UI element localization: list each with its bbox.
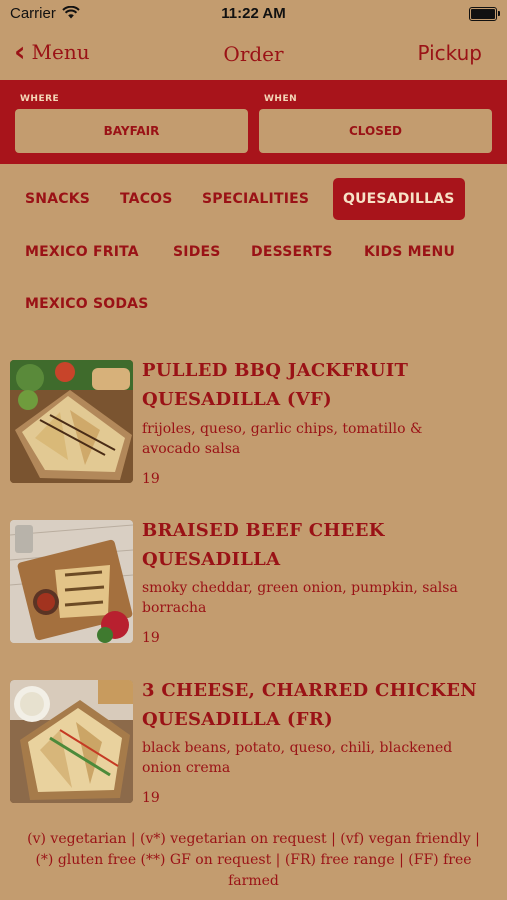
- tab-desserts[interactable]: DESSERTS: [241, 231, 343, 273]
- item-price: 19: [142, 471, 160, 487]
- menu-item[interactable]: PULLED BBQ JACKFRUIT QUESADILLA (VF) fri…: [10, 360, 497, 487]
- location-time-selector: WHERE BAYFAIR WHEN CLOSED: [0, 80, 507, 164]
- when-selector: WHEN CLOSED: [259, 94, 492, 153]
- where-button[interactable]: BAYFAIR: [15, 109, 248, 153]
- tab-specialities[interactable]: SPECIALITIES: [192, 178, 319, 220]
- navigation-bar: ‹ Menu Order Pickup: [0, 30, 507, 78]
- tab-mexico-frita[interactable]: MEXICO FRITA: [15, 231, 149, 273]
- item-description: black beans, potato, queso, chili, black…: [142, 740, 453, 776]
- food-photo: [10, 680, 133, 803]
- tab-kids-menu[interactable]: KIDS MENU: [354, 231, 465, 273]
- item-price: 19: [142, 630, 160, 646]
- menu-item[interactable]: BRAISED BEEF CHEEK QUESADILLA smoky ched…: [10, 520, 497, 646]
- status-bar: Carrier 11:22 AM: [0, 0, 507, 30]
- tab-sides[interactable]: SIDES: [163, 231, 231, 273]
- where-caption: WHERE: [20, 94, 60, 104]
- tab-snacks[interactable]: SNACKS: [15, 178, 100, 220]
- menu-item[interactable]: 3 CHEESE, CHARRED CHICKEN QUESADILLA (FR…: [10, 680, 497, 806]
- item-description: frijoles, queso, garlic chips, tomatillo…: [142, 421, 423, 457]
- pickup-button[interactable]: Pickup: [417, 41, 482, 65]
- tab-mexico-sodas[interactable]: MEXICO SODAS: [15, 283, 158, 325]
- item-name: BRAISED BEEF CHEEK QUESADILLA: [142, 520, 385, 570]
- food-photo: [10, 360, 133, 483]
- food-photo: [10, 520, 133, 643]
- battery-icon: [469, 7, 500, 21]
- item-price: 19: [142, 790, 160, 806]
- item-name: PULLED BBQ JACKFRUIT QUESADILLA (VF): [142, 360, 409, 410]
- when-caption: WHEN: [264, 94, 298, 104]
- tab-tacos[interactable]: TACOS: [110, 178, 183, 220]
- when-button[interactable]: CLOSED: [259, 109, 492, 153]
- dietary-legend: (v) vegetarian | (v*) vegetarian on requ…: [27, 831, 480, 889]
- item-description: smoky cheddar, green onion, pumpkin, sal…: [142, 580, 458, 616]
- tab-quesadillas[interactable]: QUESADILLAS: [333, 178, 465, 220]
- item-name: 3 CHEESE, CHARRED CHICKEN QUESADILLA (FR…: [142, 680, 478, 730]
- clock: 11:22 AM: [221, 5, 286, 22]
- where-selector: WHERE BAYFAIR: [15, 94, 248, 153]
